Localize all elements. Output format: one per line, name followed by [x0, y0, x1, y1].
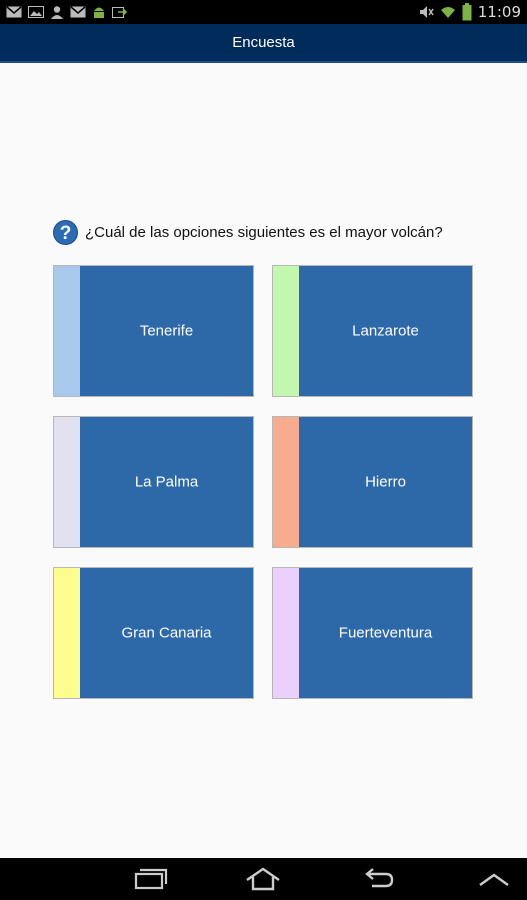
gallery-icon: [28, 6, 44, 18]
system-icons: 11:09: [418, 2, 521, 22]
option-color-swatch: [54, 266, 80, 396]
navigation-bar: [0, 858, 527, 900]
option-color-swatch: [54, 568, 80, 698]
android-icon: [94, 7, 104, 18]
question: ? ¿Cuál de las opciones siguientes es el…: [53, 220, 443, 245]
sync-icon: [112, 7, 128, 18]
page-title: Encuesta: [232, 34, 295, 51]
status-bar: 11:09: [0, 0, 527, 24]
contact-icon: [51, 6, 63, 19]
option-gran-canaria[interactable]: Gran Canaria: [53, 567, 254, 699]
mute-icon: [419, 6, 434, 18]
recent-apps-icon[interactable]: [132, 867, 168, 891]
question-text: ¿Cuál de las opciones siguientes es el m…: [85, 224, 443, 241]
option-color-swatch: [273, 266, 299, 396]
option-label: Lanzarote: [352, 322, 419, 340]
option-color-swatch: [273, 568, 299, 698]
back-icon[interactable]: [360, 867, 396, 891]
option-label: Gran Canaria: [121, 624, 212, 642]
notification-icons: [6, 4, 128, 20]
option-label: Hierro: [365, 473, 406, 491]
option-la-palma[interactable]: La Palma: [53, 416, 254, 548]
option-color-swatch: [54, 417, 80, 547]
option-color-swatch: [273, 417, 299, 547]
option-label: Fuerteventura: [338, 624, 433, 642]
option-tenerife[interactable]: Tenerife: [53, 265, 254, 397]
option-hierro[interactable]: Hierro: [272, 416, 473, 548]
option-label: Tenerife: [139, 322, 194, 340]
clock: 11:09: [477, 3, 521, 21]
option-lanzarote[interactable]: Lanzarote: [272, 265, 473, 397]
gmail-icon: [70, 6, 86, 18]
app-bar: Encuesta: [0, 24, 527, 63]
gmail-icon: [6, 6, 22, 18]
chevron-up-icon[interactable]: [476, 867, 512, 891]
battery-icon: [462, 3, 472, 21]
option-label: La Palma: [134, 473, 199, 491]
help-icon: ?: [53, 220, 78, 245]
wifi-icon: [440, 7, 455, 18]
home-icon[interactable]: [245, 867, 281, 891]
option-fuerteventura[interactable]: Fuerteventura: [272, 567, 473, 699]
